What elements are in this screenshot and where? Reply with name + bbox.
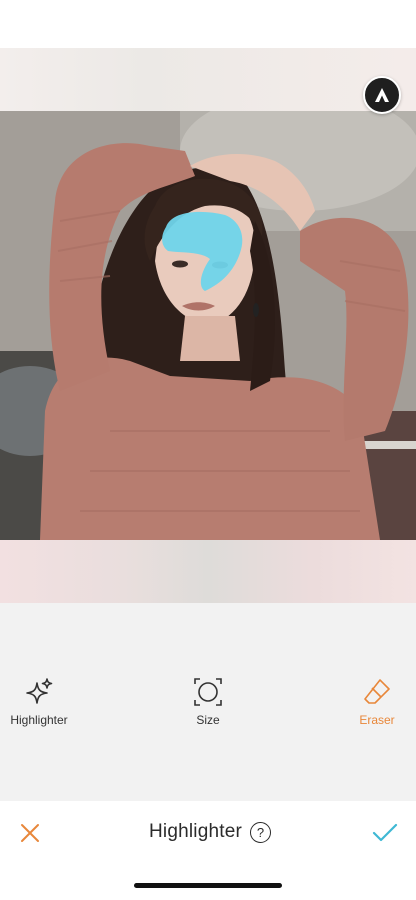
tool-highlighter[interactable]: Highlighter [0, 675, 84, 731]
tool-size-label: Size [196, 713, 220, 727]
status-bar [0, 0, 416, 48]
tool-highlighter-label: Highlighter [10, 713, 68, 727]
brush-size-icon [191, 675, 225, 709]
tool-size[interactable]: Size [163, 675, 253, 731]
blurred-background-bottom [0, 540, 416, 603]
blurred-background-top [0, 48, 416, 111]
cancel-button[interactable] [14, 817, 46, 849]
photo-illustration [0, 111, 416, 540]
photo-canvas[interactable] [0, 48, 416, 603]
screen-title-text: Highlighter [148, 821, 243, 842]
home-indicator[interactable] [134, 883, 282, 888]
bottom-action-bar: Highlighter ? [0, 801, 416, 900]
checkmark-icon [372, 823, 398, 842]
screen-title: Highlighter ? [130, 819, 290, 845]
airbrush-logo-icon [363, 76, 401, 114]
tool-eraser-label: Eraser [359, 713, 395, 727]
confirm-button[interactable] [368, 817, 402, 849]
tool-eraser[interactable]: Eraser [332, 675, 416, 731]
eraser-icon [360, 675, 394, 709]
photo[interactable] [0, 111, 416, 540]
help-icon[interactable]: ? [250, 821, 272, 843]
sparkle-icon [22, 675, 56, 709]
close-icon [21, 824, 39, 842]
tool-panel: Highlighter Size Eraser [0, 603, 416, 801]
